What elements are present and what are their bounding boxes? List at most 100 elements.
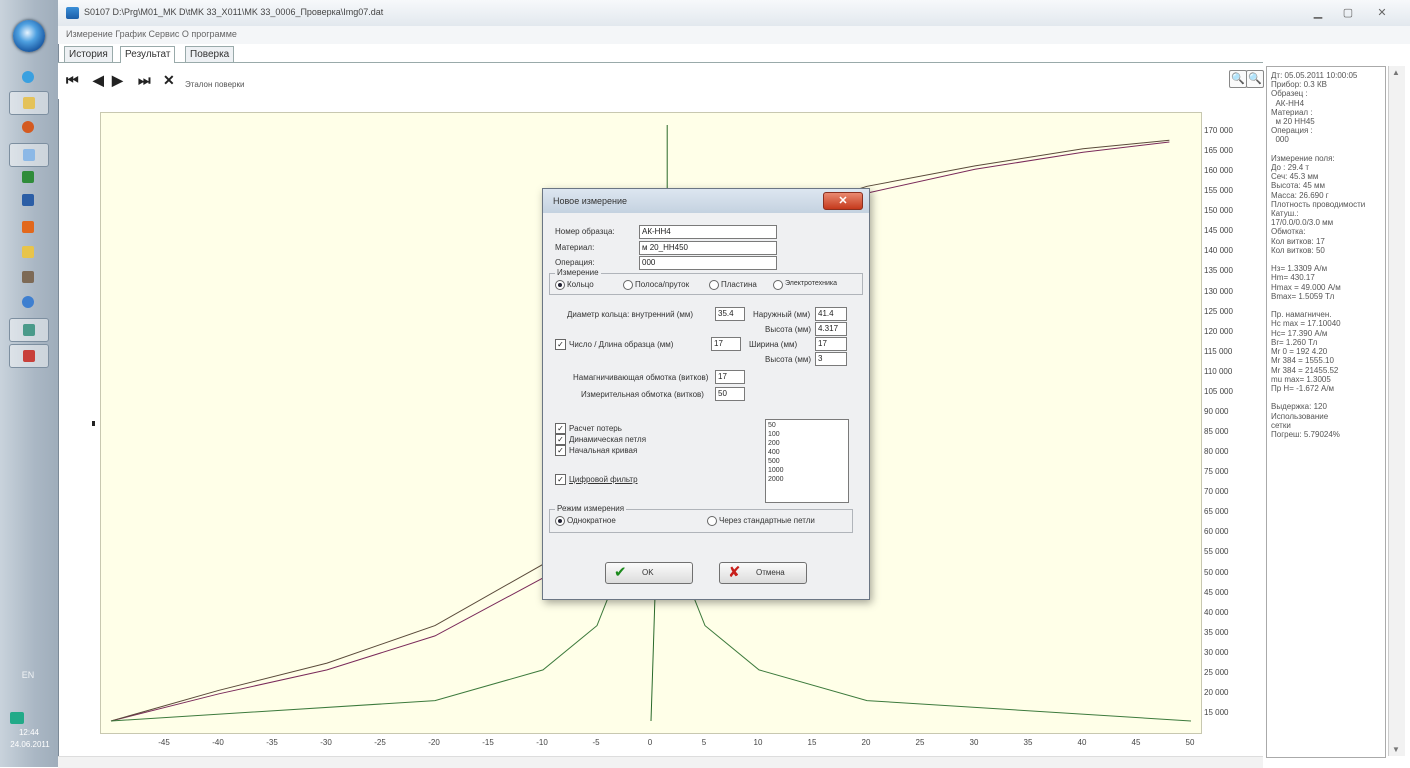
list-item[interactable]: 100 <box>768 431 780 438</box>
y-tick-label: 35 000 <box>1204 627 1229 637</box>
y-tick-label: 40 000 <box>1204 607 1229 617</box>
ok-button[interactable]: ✔ OK <box>605 562 693 584</box>
first-record-button[interactable]: ⏮ <box>66 72 79 89</box>
status-label: Эталон поверки <box>185 80 245 89</box>
dialog-close-button[interactable]: ✕ <box>823 192 863 210</box>
dialog-title: Новое измерение <box>553 196 628 206</box>
tray-date[interactable]: 24.06.2011 <box>4 740 56 749</box>
taskbar-firefox-icon[interactable] <box>17 118 39 136</box>
radio-plate-label: Пластина <box>721 280 757 289</box>
taskbar-tool-icon[interactable] <box>17 268 39 286</box>
tab-result[interactable]: Результат <box>120 46 176 63</box>
tab-history[interactable]: История <box>64 46 113 63</box>
cancel-button-label: Отмена <box>756 568 785 577</box>
y-tick-label: 105 000 <box>1204 386 1233 396</box>
ring-outer-input[interactable]: 41.4 <box>815 307 847 321</box>
ring-diameter-label: Диаметр кольца: внутренний (мм) <box>567 310 694 319</box>
last-record-button[interactable]: ⏭ <box>138 72 151 89</box>
material-input[interactable]: м 20_НН450 <box>639 241 777 255</box>
zoom-out-button[interactable]: 🔍 <box>1246 70 1264 88</box>
ring-outer-label: Наружный (мм) <box>753 310 811 319</box>
horizontal-scrollbar[interactable] <box>58 756 1263 768</box>
operation-input[interactable]: 000 <box>639 256 777 270</box>
width-input[interactable]: 17 <box>815 337 847 351</box>
y-tick-label: 45 000 <box>1204 587 1229 597</box>
tray-network-icon[interactable] <box>10 712 24 724</box>
ring-inner-diameter-input[interactable]: 35.4 <box>715 307 745 321</box>
delete-record-button[interactable]: ✕ <box>163 72 175 89</box>
close-window-button[interactable]: ✕ <box>1372 6 1392 21</box>
list-item[interactable]: 2000 <box>768 476 784 483</box>
strip-height-input[interactable]: 3 <box>815 352 847 366</box>
taskbar-office-icon[interactable] <box>17 218 39 236</box>
radio-strip[interactable] <box>623 280 633 290</box>
cancel-button[interactable]: ✘ Отмена <box>719 562 807 584</box>
radio-ring-label: Кольцо <box>567 280 594 289</box>
tab-verification[interactable]: Поверка <box>185 46 235 63</box>
x-tick-label: 0 <box>647 738 653 747</box>
taskbar-ie-icon[interactable] <box>17 68 39 86</box>
radio-plate[interactable] <box>709 280 719 290</box>
tray-time[interactable]: 12:44 <box>4 728 54 737</box>
ring-height-input[interactable]: 4.317 <box>815 322 847 336</box>
taskbar-explorer-icon[interactable] <box>9 91 49 115</box>
loss-calc-checkbox[interactable]: ✓ <box>555 423 566 434</box>
y-tick-label: 75 000 <box>1204 467 1229 477</box>
sample-number-input[interactable]: АК-НН4 <box>639 225 777 239</box>
measuring-winding-input[interactable]: 50 <box>715 387 745 401</box>
x-tick-label: -40 <box>212 738 224 747</box>
taskbar-excel-icon[interactable] <box>17 168 39 186</box>
x-tick-label: 40 <box>1077 738 1087 747</box>
initial-curve-checkbox[interactable]: ✓ <box>555 445 566 456</box>
frequency-list[interactable]: 50 100 200 400 500 1000 2000 <box>765 419 849 503</box>
x-tick-label: 20 <box>861 738 871 747</box>
length-label: Число / Длина образца (мм) <box>569 340 674 349</box>
dialog-titlebar: Новое измерение ✕ <box>543 189 869 213</box>
menu-items[interactable]: Измерение График Сервис О программе <box>66 29 237 39</box>
radio-electrical[interactable] <box>773 280 783 290</box>
prev-record-button[interactable]: ◀ <box>93 72 104 89</box>
x-tick-label: 45 <box>1131 738 1141 747</box>
dynamic-loop-checkbox[interactable]: ✓ <box>555 434 566 445</box>
taskbar-pdf-icon[interactable] <box>9 344 49 368</box>
next-record-button[interactable]: ▶ <box>112 72 123 89</box>
zoom-out-icon: 🔍 <box>1248 73 1262 85</box>
list-item[interactable]: 200 <box>768 440 780 447</box>
list-item[interactable]: 50 <box>768 422 776 429</box>
y-tick-label: 90 000 <box>1204 406 1229 416</box>
length-input[interactable]: 17 <box>711 337 741 351</box>
y-tick-label: 165 000 <box>1204 146 1233 156</box>
check-icon: ✔ <box>614 564 627 581</box>
cross-icon: ✘ <box>728 564 741 581</box>
x-tick-label: -30 <box>320 738 332 747</box>
maximize-button[interactable]: ▢ <box>1338 6 1358 21</box>
zoom-in-button[interactable]: 🔍 <box>1229 70 1247 88</box>
radio-standard-loops[interactable] <box>707 516 717 526</box>
taskbar-folder-icon[interactable] <box>17 243 39 261</box>
radio-single[interactable] <box>555 516 565 526</box>
taskbar-measure-icon[interactable] <box>9 318 49 342</box>
taskbar-word-icon[interactable] <box>17 191 39 209</box>
length-checkbox[interactable]: ✓ <box>555 339 566 350</box>
magnetizing-winding-input[interactable]: 17 <box>715 370 745 384</box>
scroll-up-icon[interactable]: ▲ <box>1392 68 1400 77</box>
list-item[interactable]: 400 <box>768 449 780 456</box>
ring-height-label: Высота (мм) <box>765 325 812 334</box>
x-tick-label: -10 <box>536 738 548 747</box>
start-button[interactable] <box>13 20 45 52</box>
app-icon <box>66 7 79 19</box>
list-item[interactable]: 1000 <box>768 467 784 474</box>
vertical-scrollbar[interactable]: ▲ ▼ <box>1388 66 1405 756</box>
tray-language[interactable]: EN <box>8 670 48 680</box>
list-item[interactable]: 500 <box>768 458 780 465</box>
minimize-button[interactable]: ▁ <box>1308 6 1328 21</box>
y-tick-label: 120 000 <box>1204 326 1233 336</box>
taskbar-app-icon[interactable] <box>9 143 49 167</box>
radio-ring[interactable] <box>555 280 565 290</box>
taskbar-globe-icon[interactable] <box>17 293 39 311</box>
digital-filter-checkbox[interactable]: ✓ <box>555 474 566 485</box>
initial-curve-label: Начальная кривая <box>569 446 638 455</box>
x-tick-label: 5 <box>701 738 707 747</box>
mode-group-title: Режим измерения <box>555 504 627 513</box>
scroll-down-icon[interactable]: ▼ <box>1392 745 1400 754</box>
